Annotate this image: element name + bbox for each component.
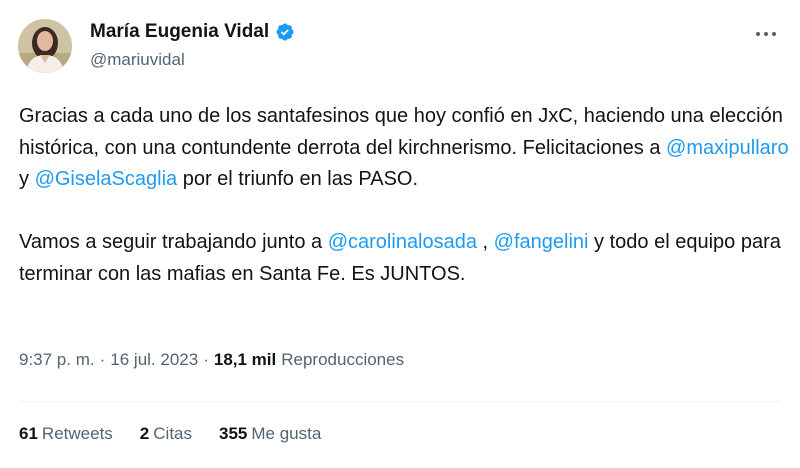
tweet-date[interactable]: 16 jul. 2023: [110, 350, 198, 370]
author-avatar[interactable]: [18, 19, 72, 73]
tweet-meta: 9:37 p. m. · 16 jul. 2023 · 18,1 mil Rep…: [19, 350, 404, 370]
meta-separator: ·: [203, 350, 209, 369]
more-options-button[interactable]: [754, 24, 778, 44]
tweet-stats: 61 Retweets 2 Citas 355 Me gusta: [19, 424, 348, 444]
verified-badge-icon: [276, 23, 294, 41]
avatar-photo: [18, 19, 72, 73]
mention-carolinalosada[interactable]: @carolinalosada: [328, 231, 477, 253]
tweet-paragraph-1: Gracias a cada uno de los santafesinos q…: [19, 101, 789, 196]
more-dot-icon: [764, 32, 768, 36]
retweets-count: 61: [19, 424, 38, 443]
tweet-text: Gracias a cada uno de los santafesinos q…: [19, 101, 789, 290]
retweets-label: Retweets: [41, 424, 113, 443]
mention-fangelini[interactable]: @fangelini: [494, 231, 589, 253]
tweet-text-segment: y: [19, 168, 35, 190]
more-dot-icon: [772, 32, 776, 36]
author-handle[interactable]: @mariuvidal: [90, 50, 185, 70]
mention-maxipullaro[interactable]: @maxipullaro: [666, 137, 789, 159]
tweet-paragraph-2: Vamos a seguir trabajando junto a @carol…: [19, 227, 789, 290]
tweet-text-segment: por el triunfo en las PASO.: [177, 168, 419, 190]
likes-stat[interactable]: 355 Me gusta: [219, 424, 321, 444]
meta-separator: ·: [99, 350, 106, 369]
views-label: Reproducciones: [281, 350, 405, 369]
quotes-count: 2: [139, 424, 150, 443]
mention-giselascaglia[interactable]: @GiselaScaglia: [35, 168, 178, 190]
quotes-stat[interactable]: 2 Citas: [140, 424, 192, 444]
views-count: 18,1 mil: [213, 350, 277, 369]
retweets-stat[interactable]: 61 Retweets: [19, 424, 113, 444]
more-dot-icon: [756, 32, 760, 36]
tweet-text-segment: Vamos a seguir trabajando junto a: [19, 231, 328, 253]
author-name-row: María Eugenia Vidal: [90, 21, 295, 43]
tweet-time[interactable]: 9:37 p. m.: [19, 350, 95, 370]
author-name[interactable]: María Eugenia Vidal: [90, 21, 269, 43]
quotes-label: Citas: [153, 424, 192, 443]
likes-count: 355: [219, 424, 248, 443]
likes-label: Me gusta: [251, 424, 322, 443]
divider: [19, 401, 781, 402]
tweet-text-segment: ,: [477, 231, 494, 253]
